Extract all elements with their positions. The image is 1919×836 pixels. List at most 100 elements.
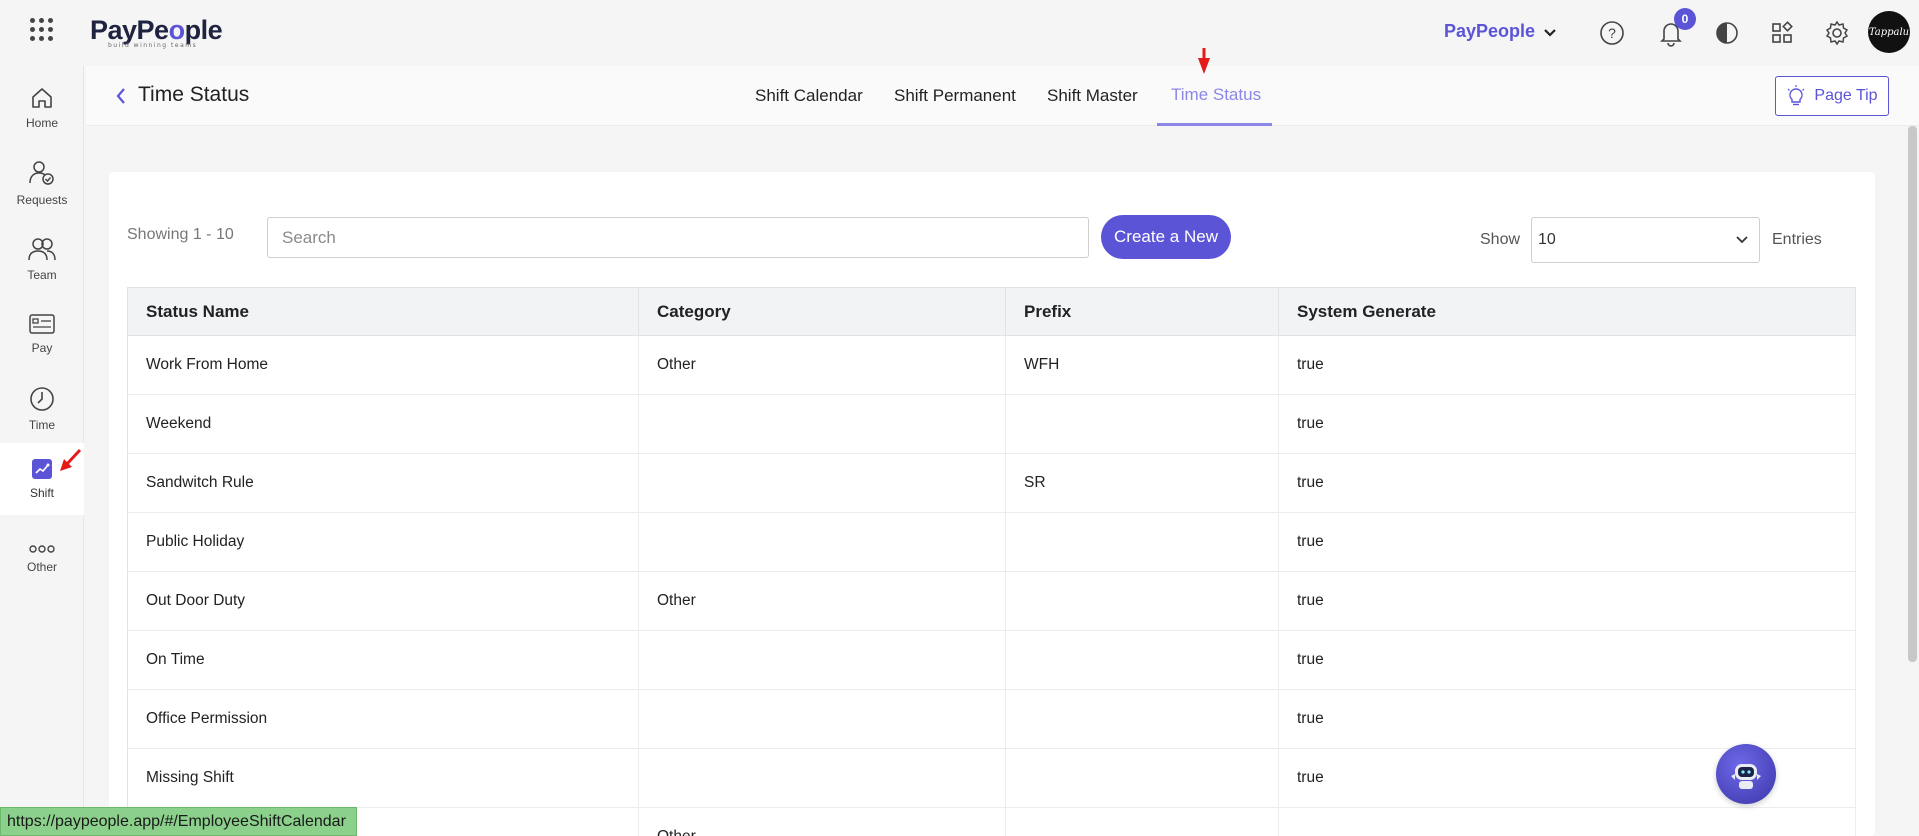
prefix-cell: WFH <box>1005 335 1279 395</box>
sidebar-item-requests[interactable]: Requests <box>0 147 84 219</box>
system-generate-cell: true <box>1278 689 1856 749</box>
table-row[interactable]: Public Holiday true <box>127 512 1856 572</box>
time-status-table: Status Name Category Prefix System Gener… <box>127 287 1856 836</box>
table-row[interactable]: On Time true <box>127 630 1856 690</box>
category-cell <box>638 630 1006 690</box>
team-icon <box>28 238 56 261</box>
search-input[interactable] <box>267 217 1089 258</box>
back-chevron-icon[interactable] <box>114 86 128 106</box>
gear-icon[interactable] <box>1821 17 1853 49</box>
page-tip-button[interactable]: Page Tip <box>1775 76 1889 116</box>
column-header-category[interactable]: Category <box>638 287 1006 336</box>
clock-icon <box>30 387 54 411</box>
page-scrollbar[interactable] <box>1908 126 1917 662</box>
sidebar-item-team[interactable]: Team <box>0 223 84 295</box>
shift-icon <box>32 459 52 479</box>
status-name-cell: Out Door Duty <box>127 571 639 631</box>
category-cell <box>638 512 1006 572</box>
system-generate-cell: true <box>1278 571 1856 631</box>
column-header-status-name[interactable]: Status Name <box>127 287 639 336</box>
system-generate-cell <box>1278 807 1856 836</box>
help-icon[interactable]: ? <box>1596 17 1628 49</box>
sidebar-item-time[interactable]: Time <box>0 373 84 445</box>
prefix-cell <box>1005 630 1279 690</box>
category-cell: Other <box>638 335 1006 395</box>
paypeople-logo[interactable]: PayPeople build winning teams <box>90 16 223 49</box>
prefix-cell <box>1005 571 1279 631</box>
status-name-cell: Weekend <box>127 394 639 454</box>
robot-icon <box>1731 764 1761 789</box>
widgets-icon[interactable] <box>1766 17 1798 49</box>
prefix-cell <box>1005 689 1279 749</box>
category-cell: Other <box>638 807 1006 836</box>
prefix-cell <box>1005 807 1279 836</box>
lightbulb-icon <box>1787 85 1805 106</box>
status-name-cell: Sandwitch Rule <box>127 453 639 513</box>
chatbot-launcher[interactable] <box>1716 744 1776 804</box>
org-switcher[interactable]: PayPeople <box>1444 21 1557 42</box>
chevron-down-icon <box>1736 236 1748 244</box>
sidebar-item-label: Time <box>28 418 56 432</box>
apps-grid-icon[interactable] <box>28 16 54 42</box>
sidebar-item-pay[interactable]: Pay <box>0 298 84 370</box>
category-cell <box>638 394 1006 454</box>
table-row[interactable]: Other <box>127 807 1856 836</box>
sidebar-item-label: Team <box>27 268 57 282</box>
annotation-arrow-icon <box>60 448 82 471</box>
showing-count: Showing 1 - 10 <box>127 226 234 243</box>
entries-value: 10 <box>1538 231 1556 248</box>
pay-icon <box>29 314 55 334</box>
sidebar-item-label: Home <box>25 116 58 130</box>
category-cell <box>638 453 1006 513</box>
tab-shift-permanent[interactable]: Shift Permanent <box>894 86 1016 106</box>
tab-shift-master[interactable]: Shift Master <box>1047 86 1138 106</box>
column-header-system-generate[interactable]: System Generate <box>1278 287 1856 336</box>
page-header: Time Status Shift Calendar Shift Permane… <box>86 66 1919 126</box>
table-header-row: Status Name Category Prefix System Gener… <box>127 287 1856 336</box>
table-row[interactable]: Out Door Duty Other true <box>127 571 1856 631</box>
page-title: Time Status <box>138 83 250 106</box>
home-icon <box>32 88 52 108</box>
org-name: PayPeople <box>1444 21 1536 41</box>
category-cell: Other <box>638 571 1006 631</box>
table-row[interactable]: Office Permission true <box>127 689 1856 749</box>
sidebar-item-label: Requests <box>16 193 68 207</box>
sidebar-item-home[interactable]: Home <box>0 72 84 144</box>
system-generate-cell: true <box>1278 335 1856 395</box>
column-header-prefix[interactable]: Prefix <box>1005 287 1279 336</box>
status-name-cell: Missing Shift <box>127 748 639 808</box>
status-name-cell: Office Permission <box>127 689 639 749</box>
time-tracker-icon[interactable] <box>1711 17 1743 49</box>
table-row[interactable]: Sandwitch Rule SR true <box>127 453 1856 513</box>
sidebar-item-label: Shift <box>29 486 54 500</box>
system-generate-cell: true <box>1278 453 1856 513</box>
browser-status-url: https://paypeople.app/#/EmployeeShiftCal… <box>0 807 357 836</box>
status-name-cell: Public Holiday <box>127 512 639 572</box>
system-generate-cell: true <box>1278 394 1856 454</box>
tab-time-status[interactable]: Time Status <box>1171 85 1261 105</box>
show-label: Show <box>1480 231 1521 248</box>
prefix-cell <box>1005 512 1279 572</box>
top-bar: PayPeople build winning teams PayPeople … <box>0 0 1919 66</box>
notification-count-badge: 0 <box>1674 8 1696 30</box>
chevron-down-icon <box>1544 29 1556 37</box>
sidebar-item-other[interactable]: Other <box>0 523 84 595</box>
status-name-cell: On Time <box>127 630 639 690</box>
system-generate-cell: true <box>1278 512 1856 572</box>
table-row[interactable]: Missing Shift true <box>127 748 1856 808</box>
active-tab-indicator <box>1157 123 1272 126</box>
tab-shift-calendar[interactable]: Shift Calendar <box>755 86 863 106</box>
prefix-cell: SR <box>1005 453 1279 513</box>
table-row[interactable]: Weekend true <box>127 394 1856 454</box>
requests-icon <box>29 161 54 185</box>
system-generate-cell: true <box>1278 630 1856 690</box>
category-cell <box>638 689 1006 749</box>
sidebar-item-label: Pay <box>31 341 53 355</box>
entries-per-page-select[interactable]: 10 <box>1531 217 1760 263</box>
status-name-cell: Work From Home <box>127 335 639 395</box>
more-icon <box>29 545 55 553</box>
create-new-button[interactable]: Create a New <box>1101 215 1231 259</box>
user-avatar[interactable]: Tappalu <box>1868 11 1910 53</box>
entries-label: Entries <box>1772 231 1822 248</box>
table-row[interactable]: Work From Home Other WFH true <box>127 335 1856 395</box>
